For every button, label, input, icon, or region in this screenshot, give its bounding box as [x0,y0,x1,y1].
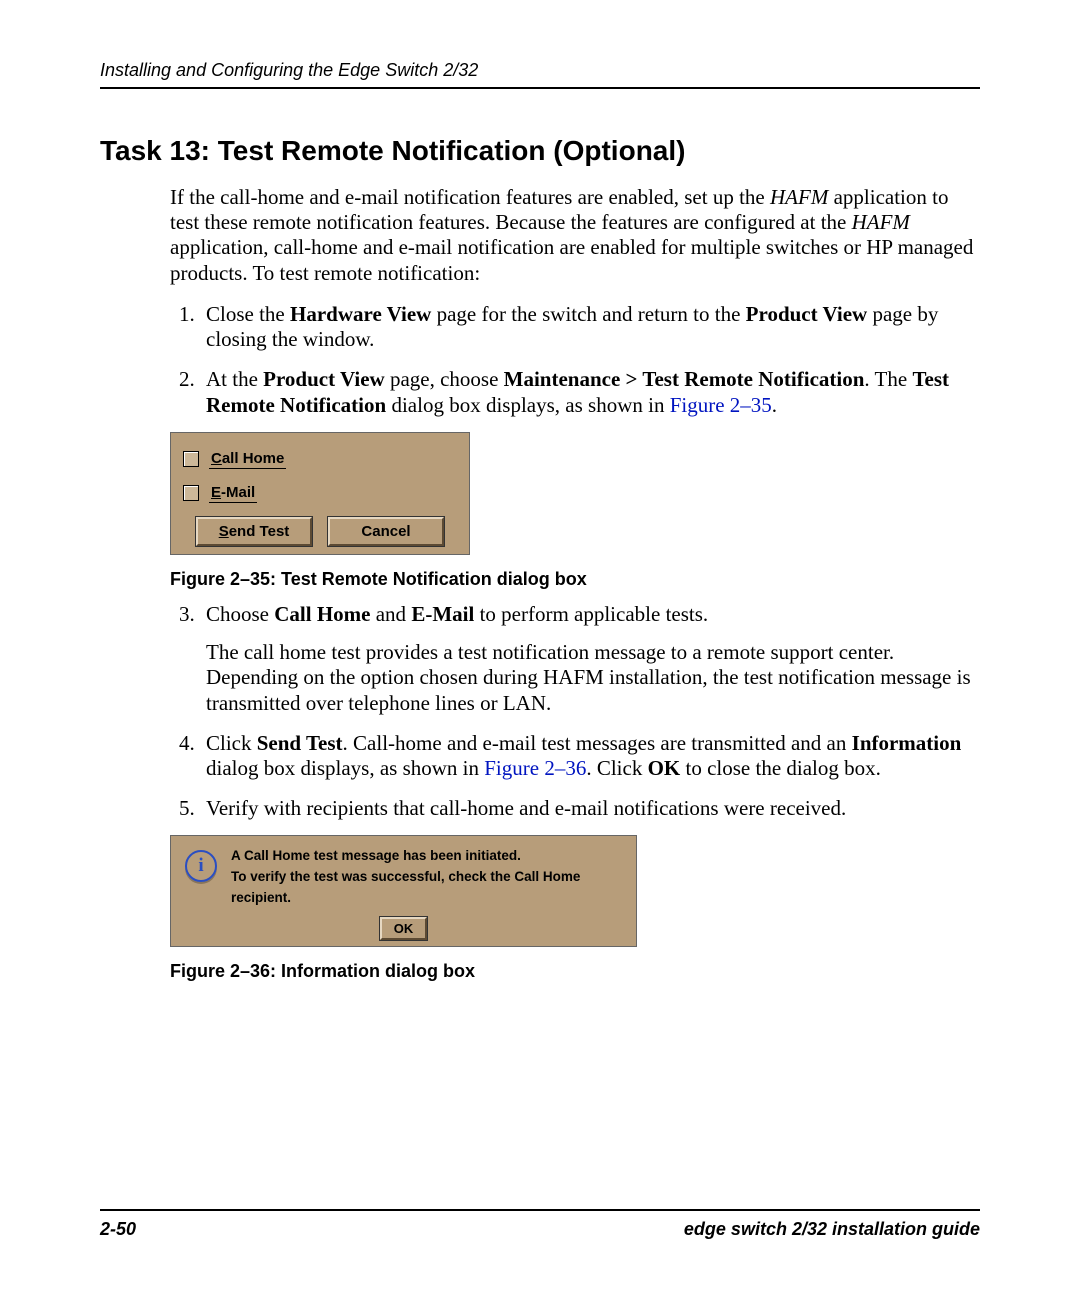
step4-a: Click [206,731,257,755]
step-1: Close the Hardware View page for the swi… [200,302,980,353]
step2-c: page, choose [385,367,504,391]
figure-2-36-link[interactable]: Figure 2–36 [484,756,586,780]
step3-callhome: Call Home [274,602,370,626]
intro-hafm-2: HAFM [852,210,910,234]
intro-paragraph: If the call-home and e-mail notification… [170,185,980,286]
figure-2-35-caption: Figure 2–35: Test Remote Notification di… [170,569,980,590]
page-footer: 2-50 edge switch 2/32 installation guide [100,1209,980,1240]
info-line-1: A Call Home test message has been initia… [231,846,626,867]
test-remote-notification-dialog: Call Home E-Mail Send Test Cancel [170,432,470,555]
step3-a: Choose [206,602,274,626]
call-home-label: Call Home [209,449,286,469]
send-test-button[interactable]: Send Test [196,517,312,546]
intro-text-c: application, call-home and e-mail notifi… [170,235,973,284]
option-call-home[interactable]: Call Home [183,449,457,469]
step2-e: . The [864,367,912,391]
call-home-checkbox[interactable] [183,451,199,467]
step-4: Click Send Test. Call-home and e-mail te… [200,731,980,782]
step4-f: . Click [586,756,647,780]
step1-prodview: Product View [746,302,868,326]
step4-ok: OK [648,756,681,780]
send-test-rest: end Test [229,523,290,540]
intro-hafm-1: HAFM [770,185,828,209]
step3-subpara: The call home test provides a test notif… [206,640,980,717]
call-home-rest: all Home [222,450,285,467]
running-header: Installing and Configuring the Edge Swit… [100,60,980,89]
steps-list: Close the Hardware View page for the swi… [170,302,980,418]
email-rest: -Mail [221,484,255,501]
figure-2-36-caption: Figure 2–36: Information dialog box [170,961,980,982]
step3-email: E-Mail [411,602,474,626]
step4-h: to close the dialog box. [680,756,881,780]
task-title: Task 13: Test Remote Notification (Optio… [100,135,980,167]
page-number: 2-50 [100,1219,136,1240]
step4-e: dialog box displays, as shown in [206,756,484,780]
step4-sendtest: Send Test [257,731,343,755]
step3-e: to perform applicable tests. [474,602,708,626]
email-mnemonic: E [211,484,221,501]
step1-hwview: Hardware View [290,302,431,326]
step2-menu: Maintenance > Test Remote Notification [504,367,865,391]
ok-button[interactable]: OK [380,917,428,940]
call-home-mnemonic: C [211,450,222,467]
email-label: E-Mail [209,483,257,503]
step4-info: Information [852,731,962,755]
info-text: A Call Home test message has been initia… [231,846,626,909]
step1-c: page for the switch and return to the [431,302,745,326]
step3-c: and [370,602,411,626]
info-icon: i [185,850,217,882]
email-checkbox[interactable] [183,485,199,501]
steps-list-cont: Choose Call Home and E-Mail to perform a… [170,602,980,821]
option-email[interactable]: E-Mail [183,483,457,503]
guide-title: edge switch 2/32 installation guide [684,1219,980,1240]
cancel-button[interactable]: Cancel [328,517,444,546]
step2-a: At the [206,367,263,391]
step-5: Verify with recipients that call-home an… [200,796,980,822]
intro-text-a: If the call-home and e-mail notification… [170,185,770,209]
information-dialog: i A Call Home test message has been init… [170,835,637,947]
step2-h: . [772,393,777,417]
step1-a: Close the [206,302,290,326]
send-test-mnemonic: S [219,523,229,540]
step-3: Choose Call Home and E-Mail to perform a… [200,602,980,716]
step4-c: . Call-home and e-mail test messages are… [343,731,852,755]
step-2: At the Product View page, choose Mainten… [200,367,980,418]
info-line-2: To verify the test was successful, check… [231,867,626,909]
step2-g: dialog box displays, as shown in [386,393,670,417]
step2-prodview: Product View [263,367,385,391]
figure-2-35-link[interactable]: Figure 2–35 [670,393,772,417]
